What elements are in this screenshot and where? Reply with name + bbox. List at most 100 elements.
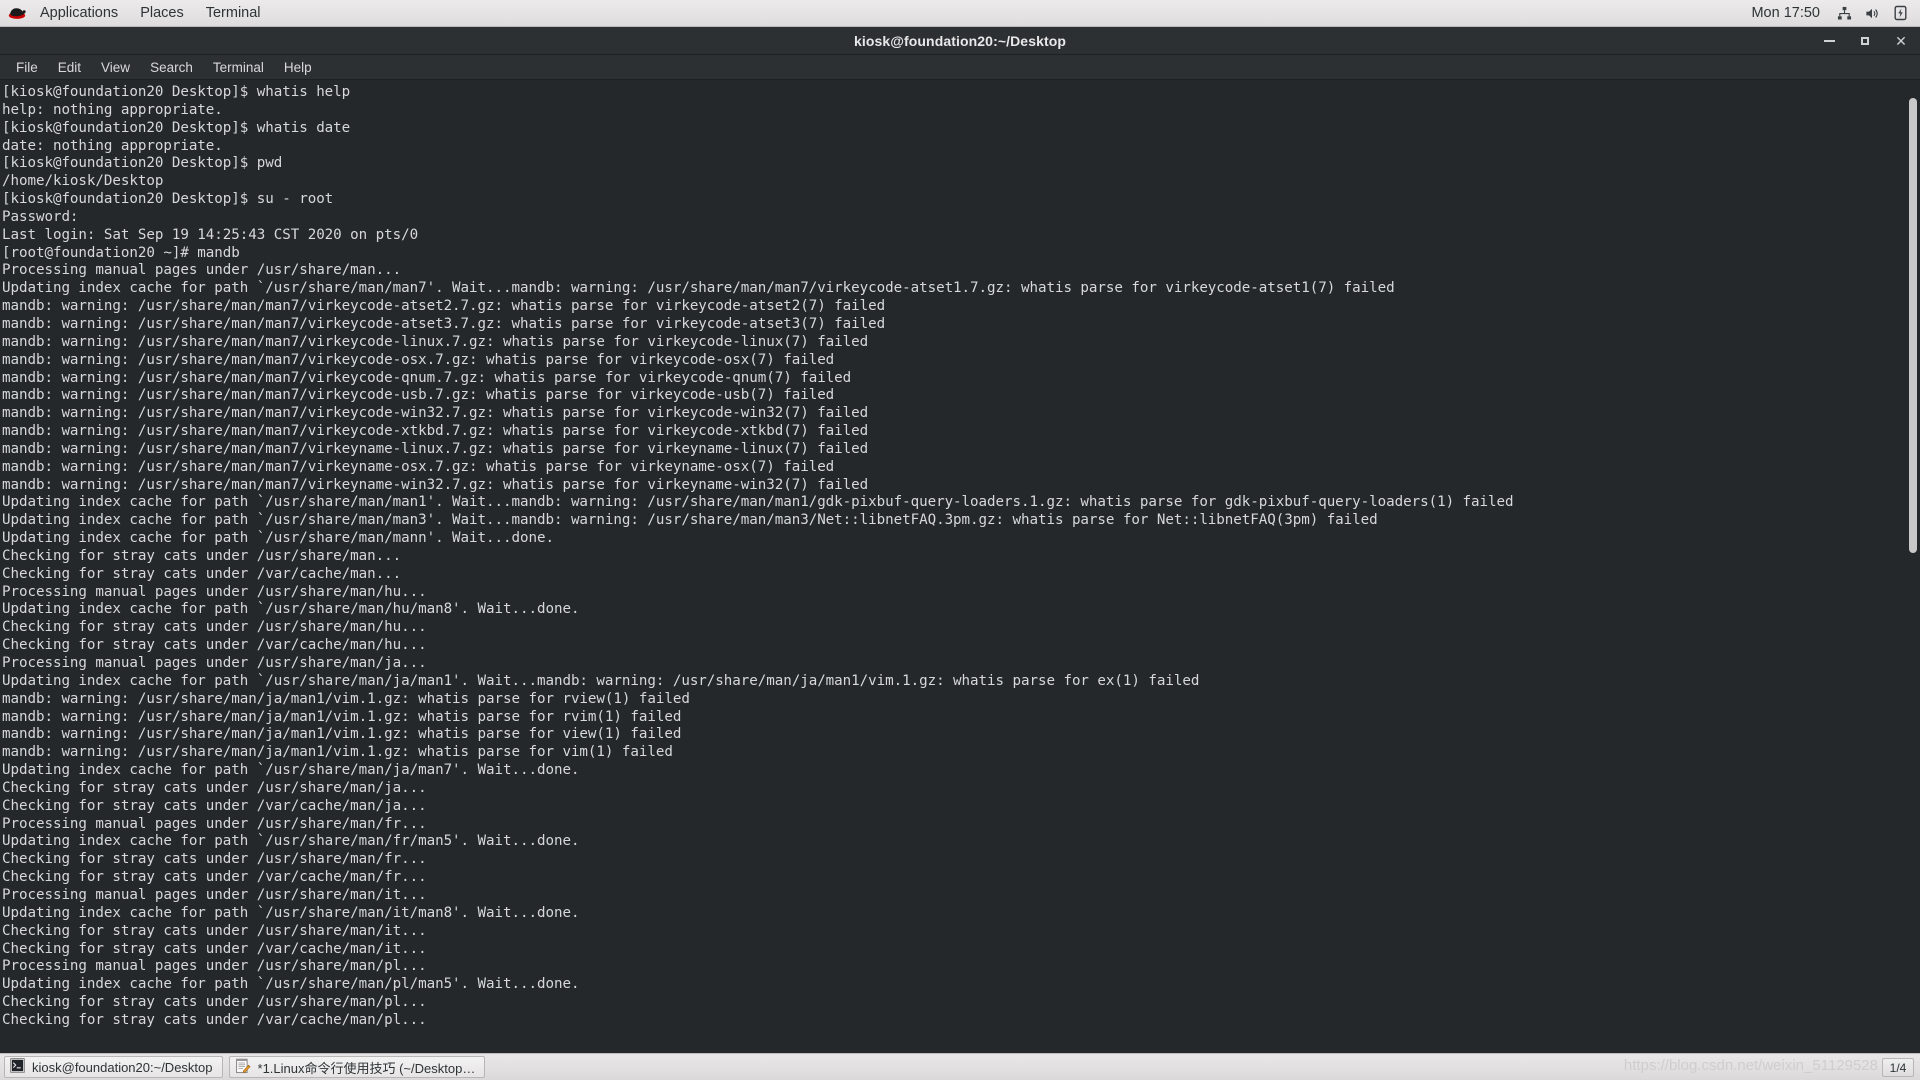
terminal-line: Processing manual pages under /usr/share…	[2, 958, 427, 975]
terminal-line: Updating index cache for path `/usr/shar…	[2, 833, 580, 850]
menu-terminal-label: Terminal	[212, 59, 264, 75]
terminal-line: mandb: warning: /usr/share/man/man7/virk…	[2, 458, 835, 475]
terminal-scrollbar[interactable]	[1906, 80, 1920, 1053]
taskbar-item-text-editor[interactable]: *1.Linux命令行使用技巧 (~/Desktop…	[228, 1056, 486, 1078]
terminal-line: date: nothing appropriate.	[2, 137, 223, 154]
menu-help[interactable]: Help	[274, 55, 322, 80]
window-title: kiosk@foundation20:~/Desktop	[853, 32, 1067, 49]
terminal-line: [kiosk@foundation20 Desktop]$ su - root	[2, 191, 334, 208]
terminal-line: [kiosk@foundation20 Desktop]$ whatis hel…	[2, 84, 351, 100]
terminal-line: Updating index cache for path `/usr/shar…	[2, 530, 554, 547]
terminal-line: Updating index cache for path `/usr/shar…	[2, 494, 1514, 511]
terminal-line: Updating index cache for path `/usr/shar…	[2, 601, 580, 618]
terminal-line: [kiosk@foundation20 Desktop]$ pwd	[2, 155, 283, 172]
terminal-line: Updating index cache for path `/usr/shar…	[2, 672, 1200, 689]
taskbar-item-text-editor-label: *1.Linux命令行使用技巧 (~/Desktop…	[257, 1060, 476, 1076]
workspace-indicator[interactable]: 1/4	[1882, 1058, 1914, 1077]
terminal-line: Processing manual pages under /usr/share…	[2, 583, 427, 600]
terminal-line: Checking for stray cats under /var/cache…	[2, 869, 427, 886]
terminal-line: mandb: warning: /usr/share/man/ja/man1/v…	[2, 726, 682, 743]
terminal-line: Last login: Sat Sep 19 14:25:43 CST 2020…	[2, 226, 419, 243]
terminal-line: Updating index cache for path `/usr/shar…	[2, 512, 1378, 529]
terminal-line: Checking for stray cats under /var/cache…	[2, 940, 427, 957]
terminal-line: Checking for stray cats under /var/cache…	[2, 797, 427, 814]
text-editor-icon	[235, 1058, 251, 1077]
minimize-glyph	[1823, 39, 1835, 42]
panel-clock[interactable]: Mon 17:50	[1741, 5, 1830, 21]
terminal-line: Checking for stray cats under /var/cache…	[2, 565, 402, 582]
terminal-line: Processing manual pages under /usr/share…	[2, 815, 427, 832]
window-controls: ✕	[1820, 32, 1920, 50]
terminal-line: mandb: warning: /usr/share/man/man7/virk…	[2, 476, 869, 493]
minimize-button[interactable]	[1820, 32, 1838, 50]
terminal-line: Checking for stray cats under /usr/share…	[2, 922, 427, 939]
terminal-line: Updating index cache for path `/usr/shar…	[2, 762, 580, 779]
terminal-line: help: nothing appropriate.	[2, 101, 223, 118]
terminal-line: mandb: warning: /usr/share/man/ja/man1/v…	[2, 708, 682, 725]
menu-edit-label: Edit	[57, 59, 82, 75]
terminal-line: Password:	[2, 208, 79, 225]
terminal-window: kiosk@foundation20:~/Desktop ✕ File Edit…	[0, 27, 1920, 1053]
terminal-line: Updating index cache for path `/usr/shar…	[2, 904, 580, 921]
terminal-line: mandb: warning: /usr/share/man/man7/virk…	[2, 405, 869, 422]
network-icon[interactable]	[1832, 0, 1856, 27]
terminal-line: /home/kiosk/Desktop	[2, 173, 164, 190]
terminal-icon	[10, 1058, 25, 1076]
terminal-line: mandb: warning: /usr/share/man/man7/virk…	[2, 387, 835, 404]
terminal-line: mandb: warning: /usr/share/man/ja/man1/v…	[2, 690, 690, 707]
menu-help-label: Help	[283, 59, 312, 75]
menu-terminal[interactable]: Terminal	[203, 55, 274, 80]
menu-search[interactable]: Search	[140, 55, 203, 80]
terminal-line: Processing manual pages under /usr/share…	[2, 886, 427, 903]
volume-icon[interactable]	[1860, 0, 1884, 27]
menu-view[interactable]: View	[91, 55, 140, 80]
terminal-body[interactable]: [kiosk@foundation20 Desktop]$ whatis hel…	[0, 80, 1920, 1053]
terminal-line: Checking for stray cats under /var/cache…	[2, 1011, 427, 1028]
panel-menu-applications-label: Applications	[40, 5, 119, 21]
terminal-line: mandb: warning: /usr/share/man/man7/virk…	[2, 369, 852, 386]
terminal-line: mandb: warning: /usr/share/man/man7/virk…	[2, 423, 869, 440]
terminal-line: mandb: warning: /usr/share/man/man7/virk…	[2, 351, 835, 368]
terminal-line: Checking for stray cats under /usr/share…	[2, 779, 427, 796]
terminal-line: mandb: warning: /usr/share/man/man7/virk…	[2, 333, 869, 350]
terminal-line: Updating index cache for path `/usr/shar…	[2, 280, 1395, 297]
menu-search-label: Search	[150, 59, 193, 75]
terminal-line: [root@foundation20 ~]# mandb	[2, 244, 240, 261]
panel-menu-terminal[interactable]: Terminal	[195, 0, 272, 27]
terminal-line: Checking for stray cats under /usr/share…	[2, 994, 427, 1011]
panel-menu-terminal-label: Terminal	[205, 5, 261, 21]
terminal-line: Checking for stray cats under /var/cache…	[2, 637, 427, 654]
terminal-output[interactable]: [kiosk@foundation20 Desktop]$ whatis hel…	[0, 80, 1906, 1053]
taskbar-item-terminal[interactable]: kiosk@foundation20:~/Desktop	[4, 1056, 223, 1078]
watermark-text: https://blog.csdn.net/weixin_51129528	[1623, 1057, 1878, 1074]
menu-file[interactable]: File	[6, 55, 48, 80]
terminal-line: Checking for stray cats under /usr/share…	[2, 547, 402, 564]
terminal-line: [kiosk@foundation20 Desktop]$ whatis dat…	[2, 119, 351, 136]
maximize-button[interactable]	[1856, 32, 1874, 50]
terminal-line: mandb: warning: /usr/share/man/ja/man1/v…	[2, 744, 673, 761]
terminal-line: mandb: warning: /usr/share/man/man7/virk…	[2, 298, 886, 315]
window-titlebar[interactable]: kiosk@foundation20:~/Desktop ✕	[0, 27, 1920, 55]
maximize-glyph	[1861, 36, 1869, 45]
close-button[interactable]: ✕	[1892, 32, 1910, 50]
terminal-menubar: File Edit View Search Terminal Help	[0, 55, 1920, 80]
terminal-line: Processing manual pages under /usr/share…	[2, 655, 427, 671]
bottom-taskbar: kiosk@foundation20:~/Desktop *1.Linux命令行…	[0, 1053, 1920, 1080]
menu-file-label: File	[16, 59, 38, 75]
scrollbar-thumb[interactable]	[1909, 98, 1917, 553]
battery-icon[interactable]	[1888, 0, 1912, 27]
terminal-line: mandb: warning: /usr/share/man/man7/virk…	[2, 315, 886, 332]
menu-edit[interactable]: Edit	[48, 55, 91, 80]
panel-menu-places-label: Places	[140, 5, 184, 21]
taskbar-item-terminal-label: kiosk@foundation20:~/Desktop	[32, 1059, 213, 1075]
terminal-line: Checking for stray cats under /usr/share…	[2, 619, 427, 636]
panel-menu-applications[interactable]: Applications	[29, 0, 129, 27]
terminal-line: Checking for stray cats under /usr/share…	[2, 851, 427, 868]
redhat-logo-icon	[7, 5, 27, 21]
terminal-line: Updating index cache for path `/usr/shar…	[2, 976, 580, 993]
menu-view-label: View	[101, 59, 131, 75]
panel-menu-places[interactable]: Places	[129, 0, 195, 27]
terminal-line: Processing manual pages under /usr/share…	[2, 262, 402, 279]
close-glyph: ✕	[1895, 32, 1907, 49]
gnome-top-panel: Applications Places Terminal Mon 17:50	[0, 0, 1920, 27]
